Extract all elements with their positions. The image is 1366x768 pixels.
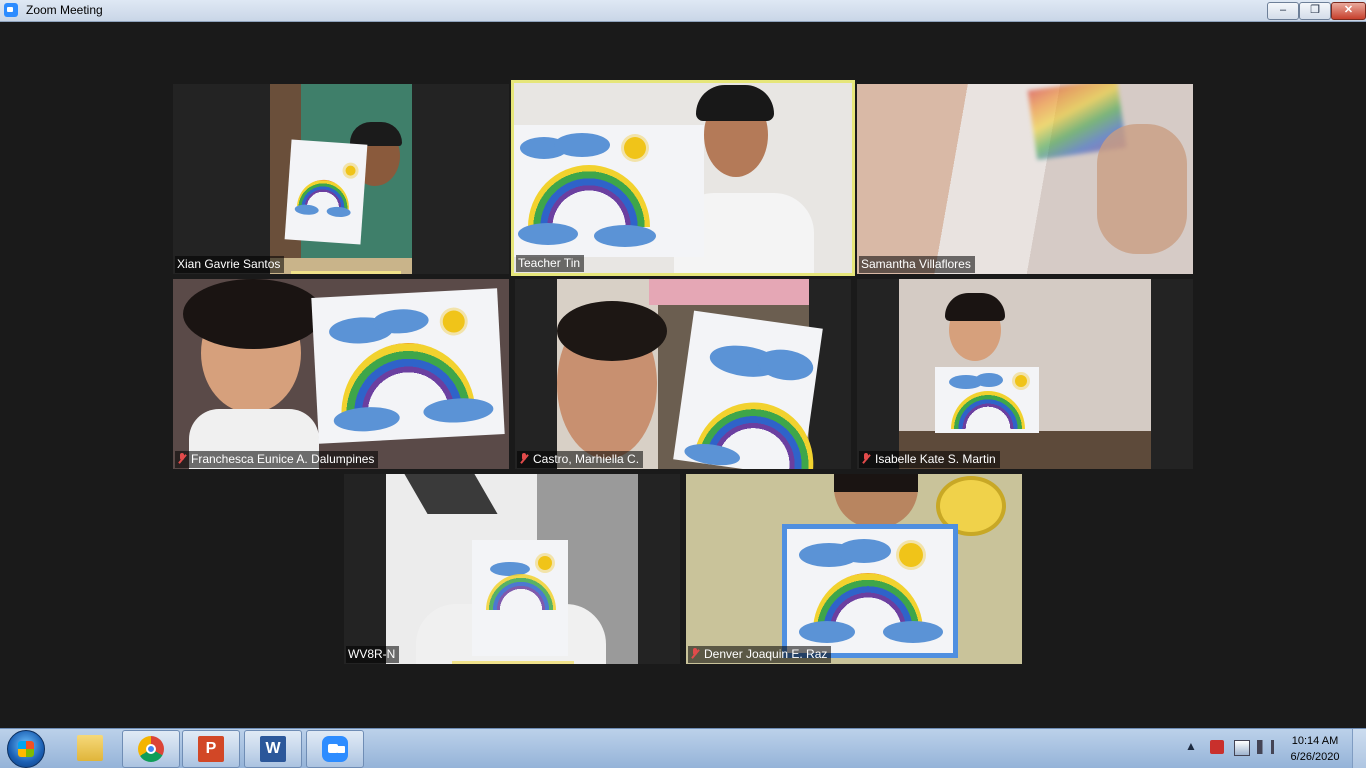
participant-name-tag: Denver Joaquin E. Raz xyxy=(688,646,832,663)
muted-microphone-icon xyxy=(177,453,187,464)
rainbow-drawing xyxy=(528,165,650,227)
rainbow-drawing xyxy=(951,391,1025,429)
clock-time: 10:14 AM xyxy=(1291,735,1339,747)
taskbar-app-chrome[interactable] xyxy=(122,730,180,768)
taskbar-app-powerpoint[interactable]: P xyxy=(182,730,240,768)
participant-name: Xian Gavrie Santos xyxy=(177,257,281,271)
cloud-drawing xyxy=(518,223,578,245)
maximize-button[interactable]: ❐ xyxy=(1299,2,1331,20)
video-tile-active-speaker[interactable]: Teacher Tin xyxy=(511,80,855,276)
show-hidden-icons-button[interactable]: ▲ xyxy=(1185,739,1197,753)
participant-name-tag: Franchesca Eunice A. Dalumpines xyxy=(175,451,379,468)
participant-name-tag: WV8R-N xyxy=(346,646,400,663)
gallery-view: Xian Gavrie Santos Teacher Tin Samantha … xyxy=(0,22,1366,728)
video-tile[interactable]: Samantha Villaflores xyxy=(857,84,1193,274)
video-tile[interactable]: Franchesca Eunice A. Dalumpines xyxy=(173,279,509,469)
taskbar-app-explorer[interactable] xyxy=(62,730,118,766)
participant-video xyxy=(899,279,1151,469)
participant-name: WV8R-N xyxy=(348,647,396,661)
muted-microphone-icon xyxy=(519,453,529,464)
clock-date: 6/26/2020 xyxy=(1290,751,1340,763)
taskbar-app-word[interactable]: W xyxy=(244,730,302,768)
cloud-drawing xyxy=(755,346,816,384)
participant-name-tag: Teacher Tin xyxy=(516,255,585,272)
participant-name: Teacher Tin xyxy=(518,256,581,270)
taskbar-app-zoom[interactable] xyxy=(306,730,364,768)
network-icon[interactable] xyxy=(1234,740,1250,756)
participant-name-tag: Samantha Villaflores xyxy=(859,256,975,273)
sun-drawing xyxy=(538,556,552,570)
participant-name-tag: Castro, Marhiella C. xyxy=(517,451,644,468)
drawing-paper xyxy=(284,139,368,245)
video-tile[interactable]: Isabelle Kate S. Martin xyxy=(857,279,1193,469)
video-tile[interactable]: Castro, Marhiella C. xyxy=(515,279,851,469)
sun-drawing xyxy=(345,165,356,176)
system-clock[interactable]: 10:14 AM 6/26/2020 xyxy=(1280,733,1350,765)
show-desktop-button[interactable] xyxy=(1352,729,1366,768)
sun-drawing xyxy=(899,543,923,567)
participant-name-tag: Xian Gavrie Santos xyxy=(175,256,285,273)
word-icon: W xyxy=(260,736,286,762)
sun-drawing xyxy=(442,309,466,334)
participant-video xyxy=(686,474,1022,664)
participant-name: Castro, Marhiella C. xyxy=(533,452,640,466)
action-center-flag-icon[interactable] xyxy=(1210,740,1224,754)
participant-video xyxy=(386,474,638,664)
participant-video xyxy=(514,83,852,273)
cloud-drawing xyxy=(975,373,1003,387)
drawing-paper xyxy=(782,524,958,658)
audio-level-indicator xyxy=(452,661,574,664)
sun-drawing xyxy=(1015,375,1027,387)
cloud-drawing xyxy=(883,621,943,643)
video-tile[interactable]: WV8R-N xyxy=(344,474,680,664)
participant-name: Denver Joaquin E. Raz xyxy=(704,647,828,661)
window-title: Zoom Meeting xyxy=(26,3,103,17)
windows-taskbar: P W ▲ 10:14 AM 6/26/2020 xyxy=(0,728,1366,768)
powerpoint-icon: P xyxy=(198,736,224,762)
start-button[interactable] xyxy=(7,730,45,768)
cloud-drawing xyxy=(594,225,656,247)
participant-name: Franchesca Eunice A. Dalumpines xyxy=(191,452,375,466)
drawing-paper xyxy=(673,310,823,469)
folder-icon xyxy=(77,735,103,761)
participant-name-tag: Isabelle Kate S. Martin xyxy=(859,451,1000,468)
video-tile[interactable]: Xian Gavrie Santos xyxy=(173,84,509,274)
chrome-icon xyxy=(138,736,164,762)
participant-video xyxy=(270,84,412,274)
windows-logo-icon xyxy=(18,741,34,757)
drawing-paper xyxy=(935,367,1039,433)
muted-microphone-icon xyxy=(690,648,700,659)
drawing-paper xyxy=(311,288,505,444)
participant-name: Isabelle Kate S. Martin xyxy=(875,452,996,466)
drawing-paper xyxy=(514,125,704,257)
volume-icon[interactable] xyxy=(1257,740,1274,754)
muted-microphone-icon xyxy=(861,453,871,464)
drawing-paper xyxy=(472,540,568,656)
participant-video xyxy=(857,84,1193,274)
sun-drawing xyxy=(624,137,646,159)
zoom-icon xyxy=(322,736,348,762)
zoom-app-icon xyxy=(4,3,18,17)
participant-video xyxy=(173,279,509,469)
cloud-drawing xyxy=(837,539,891,563)
close-button[interactable]: ✕ xyxy=(1331,2,1366,20)
cloud-drawing xyxy=(799,621,855,643)
participant-video xyxy=(557,279,823,469)
participant-name: Samantha Villaflores xyxy=(861,257,971,271)
cloud-drawing xyxy=(554,133,610,157)
title-bar: Zoom Meeting – ❐ ✕ xyxy=(0,0,1366,22)
video-tile[interactable]: Denver Joaquin E. Raz xyxy=(686,474,1022,664)
rainbow-drawing xyxy=(486,574,556,610)
audio-level-indicator xyxy=(291,271,401,274)
cloud-drawing xyxy=(372,307,430,335)
minimize-button[interactable]: – xyxy=(1267,2,1299,20)
